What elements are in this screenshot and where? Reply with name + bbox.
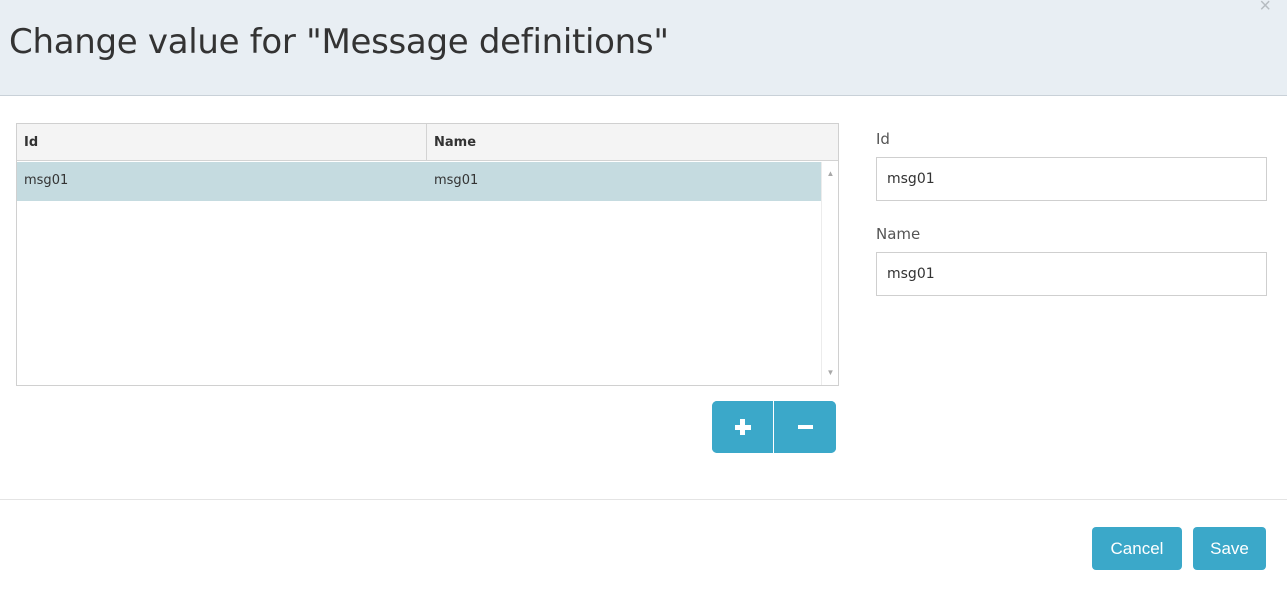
row-actions-group [712,401,836,453]
save-button[interactable]: Save [1193,527,1266,570]
scroll-down-icon[interactable]: ▼ [822,365,839,381]
table-row[interactable]: msg01 msg01 [17,162,821,201]
id-input[interactable] [876,157,1267,201]
table-cell-name: msg01 [434,173,479,188]
grid-body: msg01 msg01 [17,162,821,385]
grid-scrollbar[interactable]: ▲ ▼ [821,162,838,385]
grid-header: Id Name [17,124,838,161]
remove-row-button[interactable] [774,401,836,453]
name-input[interactable] [876,252,1267,296]
table-cell-id: msg01 [24,173,69,188]
plus-icon [734,419,751,435]
dialog-header: Change value for "Message definitions" × [0,0,1287,96]
column-header-name[interactable]: Name [427,124,838,161]
scroll-up-icon[interactable]: ▲ [822,166,839,182]
footer-divider [0,499,1287,500]
minus-icon [797,425,813,429]
dialog-title: Change value for "Message definitions" [9,22,669,62]
id-label: Id [876,130,890,148]
close-icon[interactable]: × [1259,0,1271,16]
cancel-button[interactable]: Cancel [1092,527,1182,570]
name-label: Name [876,225,921,243]
message-definitions-grid: Id Name msg01 msg01 ▲ ▼ [16,123,839,386]
add-row-button[interactable] [712,401,774,453]
column-header-id[interactable]: Id [17,124,427,161]
